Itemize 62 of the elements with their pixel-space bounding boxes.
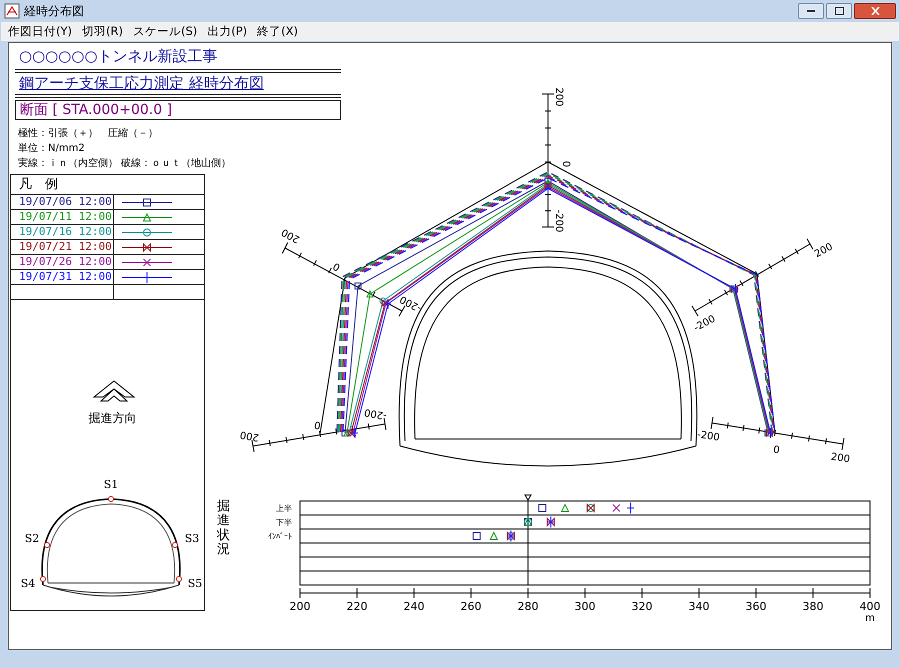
point-label: S1: [103, 479, 118, 491]
legend-date: 19/07/06 12:00: [11, 195, 114, 209]
legend-date: 19/07/26 12:00: [11, 255, 114, 269]
axis-unit: m: [865, 613, 875, 624]
menu-item[interactable]: 作図日付(Y): [3, 22, 77, 40]
close-icon: [870, 7, 880, 15]
maximize-button[interactable]: [826, 3, 852, 19]
note-text: 実線：ｉｎ（内空側） 破線：ｏｕｔ（地山側）: [17, 156, 232, 171]
axis-label: 200: [239, 428, 260, 443]
axis-label: 200: [280, 226, 302, 245]
progress-label: 掘進状況: [217, 500, 230, 558]
window-title: 経時分布図: [24, 3, 84, 20]
row-label: 下半: [276, 518, 292, 527]
tick-label: 200: [290, 600, 310, 613]
chart-title: 鋼アーチ支保工応力測定 経時分布図: [18, 74, 265, 93]
tick-label: 260: [460, 600, 482, 613]
legend-date: 19/07/31 12:00: [11, 270, 114, 284]
axis-label: -200: [696, 430, 720, 444]
note-text: 極性：引張（＋） 圧縮（－）: [17, 126, 159, 141]
menu-item[interactable]: 終了(X): [252, 22, 304, 40]
axis-label: 0: [331, 260, 342, 273]
section-box: 断面 [ STA.000+00.0 ]: [15, 100, 341, 120]
axis-label: 200: [830, 452, 851, 466]
legend-date: 19/07/16 12:00: [11, 225, 114, 239]
minimize-button[interactable]: [798, 3, 824, 19]
tick-label: 300: [574, 600, 596, 613]
axis-label: 200: [553, 87, 564, 107]
axis-label: 0: [772, 444, 780, 456]
axis-label: -200: [398, 293, 424, 314]
legend-date: 19/07/11 12:00: [11, 210, 114, 224]
close-button[interactable]: [854, 3, 896, 19]
app-icon: [4, 3, 20, 19]
axis-label: 200: [812, 241, 835, 260]
row-label: ｲﾝﾊﾞｰﾄ: [268, 532, 292, 541]
legend-title: 凡 例: [11, 175, 204, 195]
legend-date: 19/07/21 12:00: [11, 240, 114, 254]
point-label: S4: [20, 577, 35, 590]
note-text: 単位：N/mm2: [17, 142, 86, 156]
menu-item[interactable]: 切羽(R): [77, 22, 128, 40]
axis-label: -200: [692, 314, 718, 334]
row-label: 上半: [276, 504, 292, 513]
project-title: ○○○○○○トンネル新設工事: [18, 46, 219, 66]
maximize-icon: [834, 7, 844, 15]
axis-label: -200: [553, 210, 564, 232]
menu-item[interactable]: スケール(S): [128, 22, 202, 40]
tick-label: 340: [688, 600, 710, 613]
minimize-icon: [807, 10, 815, 12]
tick-label: 360: [746, 600, 766, 613]
tick-label: 220: [346, 600, 368, 613]
axis-label: -200: [363, 406, 388, 421]
direction-label: 掘進方向: [88, 410, 136, 427]
point-label: S2: [24, 532, 39, 545]
tick-label: 400: [860, 600, 880, 613]
tick-label: 320: [632, 600, 652, 613]
tick-label: 240: [404, 600, 424, 613]
point-label: S5: [187, 577, 202, 590]
tick-label: 280: [518, 600, 538, 613]
menu-item[interactable]: 出力(P): [202, 22, 252, 40]
axis-label: 0: [313, 418, 322, 430]
axis-label: 0: [560, 160, 571, 168]
point-label: S3: [184, 532, 199, 545]
tick-label: 380: [802, 600, 824, 613]
